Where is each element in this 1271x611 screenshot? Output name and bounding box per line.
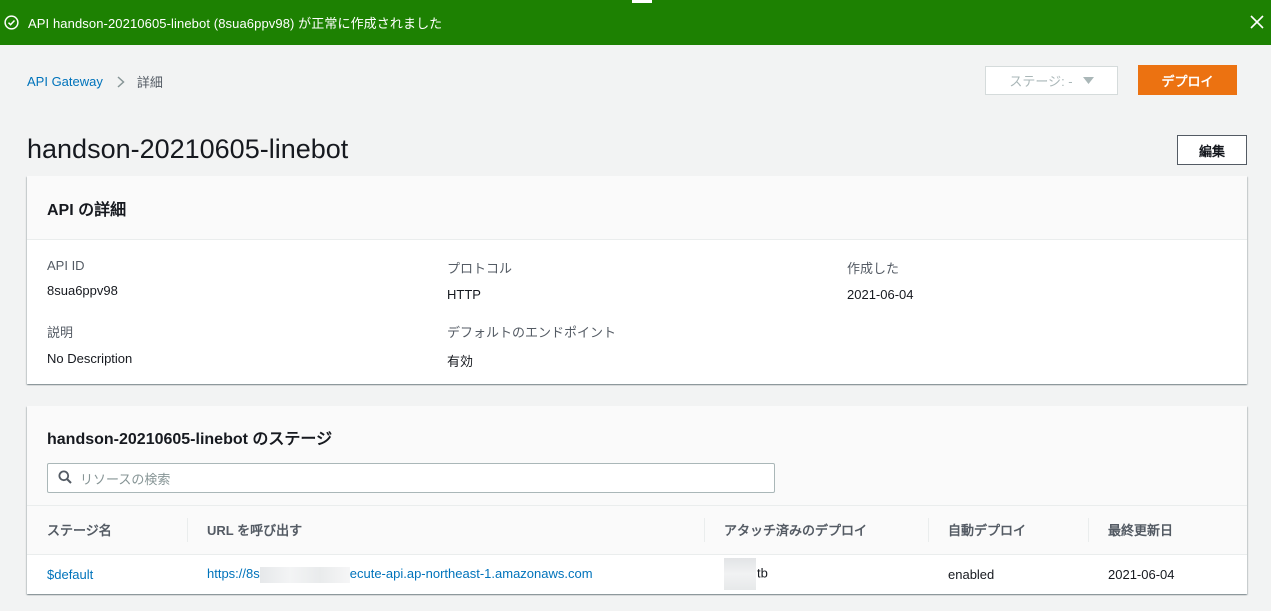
stage-select[interactable]: ステージ: - [985,66,1118,95]
stages-heading: handson-20210605-linebot のステージ [47,431,333,448]
auto-deploy-cell: enabled [948,566,995,582]
invoke-url-link[interactable]: https://8s ecute-api.ap-northeast-1.amazo… [207,566,593,583]
search-input[interactable]: リソースの検索 [47,463,775,493]
column-invoke-url[interactable]: URL を呼び出す [187,506,704,555]
column-auto-deploy[interactable]: 自動デプロイ [928,506,1088,555]
check-circle-icon [3,15,19,31]
field-value: 有効 [447,354,474,369]
stages-table: ステージ名 URL を呼び出す アタッチ済みのデプロイ 自動デプロイ 最終更新日… [27,506,1247,594]
edit-button[interactable]: 編集 [1177,135,1247,165]
column-divider [704,518,705,542]
field-description: 説明 No Description [47,322,132,366]
column-divider [1088,518,1089,542]
column-divider [928,518,929,542]
breadcrumb: API Gateway 詳細 [27,72,163,91]
column-stage-name[interactable]: ステージ名 [27,506,187,555]
field-label: プロトコル [447,261,513,276]
field-label: デフォルトのエンドポイント [447,325,617,340]
page-title: handson-20210605-linebot [27,134,349,164]
api-details-heading: API の詳細 [47,201,127,219]
table-row: $default https://8s ecute-api.ap-northeas… [27,554,1247,594]
api-details-header: API の詳細 [27,176,1247,240]
field-label: API ID [47,258,85,273]
field-protocol: プロトコル HTTP [447,258,512,302]
breadcrumb-current: 詳細 [136,75,163,90]
caret-down-icon [1082,77,1094,84]
field-label: 作成した [847,261,900,276]
success-banner: API handson-20210605-linebot (8sua6ppv98… [0,0,1271,45]
stages-header: handson-20210605-linebot のステージ リソースの検索 [27,406,1247,506]
search-icon [58,470,72,487]
column-divider [187,518,188,542]
field-value: 8sua6ppv98 [47,283,118,298]
search-placeholder: リソースの検索 [80,471,171,487]
column-attached-deployment[interactable]: アタッチ済みのデプロイ [704,506,928,555]
close-icon[interactable] [1247,12,1267,32]
stages-panel: handson-20210605-linebot のステージ リソースの検索 ス… [27,406,1247,594]
redacted-block [259,566,350,583]
redacted-block [724,558,756,591]
field-value: 2021-06-04 [847,287,914,302]
field-label: 説明 [47,325,74,340]
field-api-id: API ID 8sua6ppv98 [47,258,118,298]
field-default-endpoint: デフォルトのエンドポイント 有効 [447,322,616,370]
api-details-panel: API の詳細 API ID 8sua6ppv98 プロトコル HTTP 作成し… [27,176,1247,384]
field-created: 作成した 2021-06-04 [847,258,914,302]
column-last-updated[interactable]: 最終更新日 [1088,506,1247,555]
invoke-url-cell: https://8s ecute-api.ap-northeast-1.amazo… [187,554,704,594]
deploy-button[interactable]: デプロイ [1138,65,1237,95]
field-value: HTTP [447,287,481,302]
deployment-cell: tb [704,554,928,594]
last-updated-cell: 2021-06-04 [1108,566,1175,582]
field-value: No Description [47,351,133,366]
stage-link[interactable]: $default [47,567,93,582]
banner-marker [632,0,652,3]
stage-select-label: ステージ: - [1009,74,1073,89]
stage-name-cell: $default [27,554,187,594]
chevron-right-icon [117,75,125,88]
success-message: API handson-20210605-linebot (8sua6ppv98… [28,16,443,31]
table-header-row: ステージ名 URL を呼び出す アタッチ済みのデプロイ 自動デプロイ 最終更新日 [27,506,1247,555]
breadcrumb-api-gateway[interactable]: API Gateway [27,74,103,89]
